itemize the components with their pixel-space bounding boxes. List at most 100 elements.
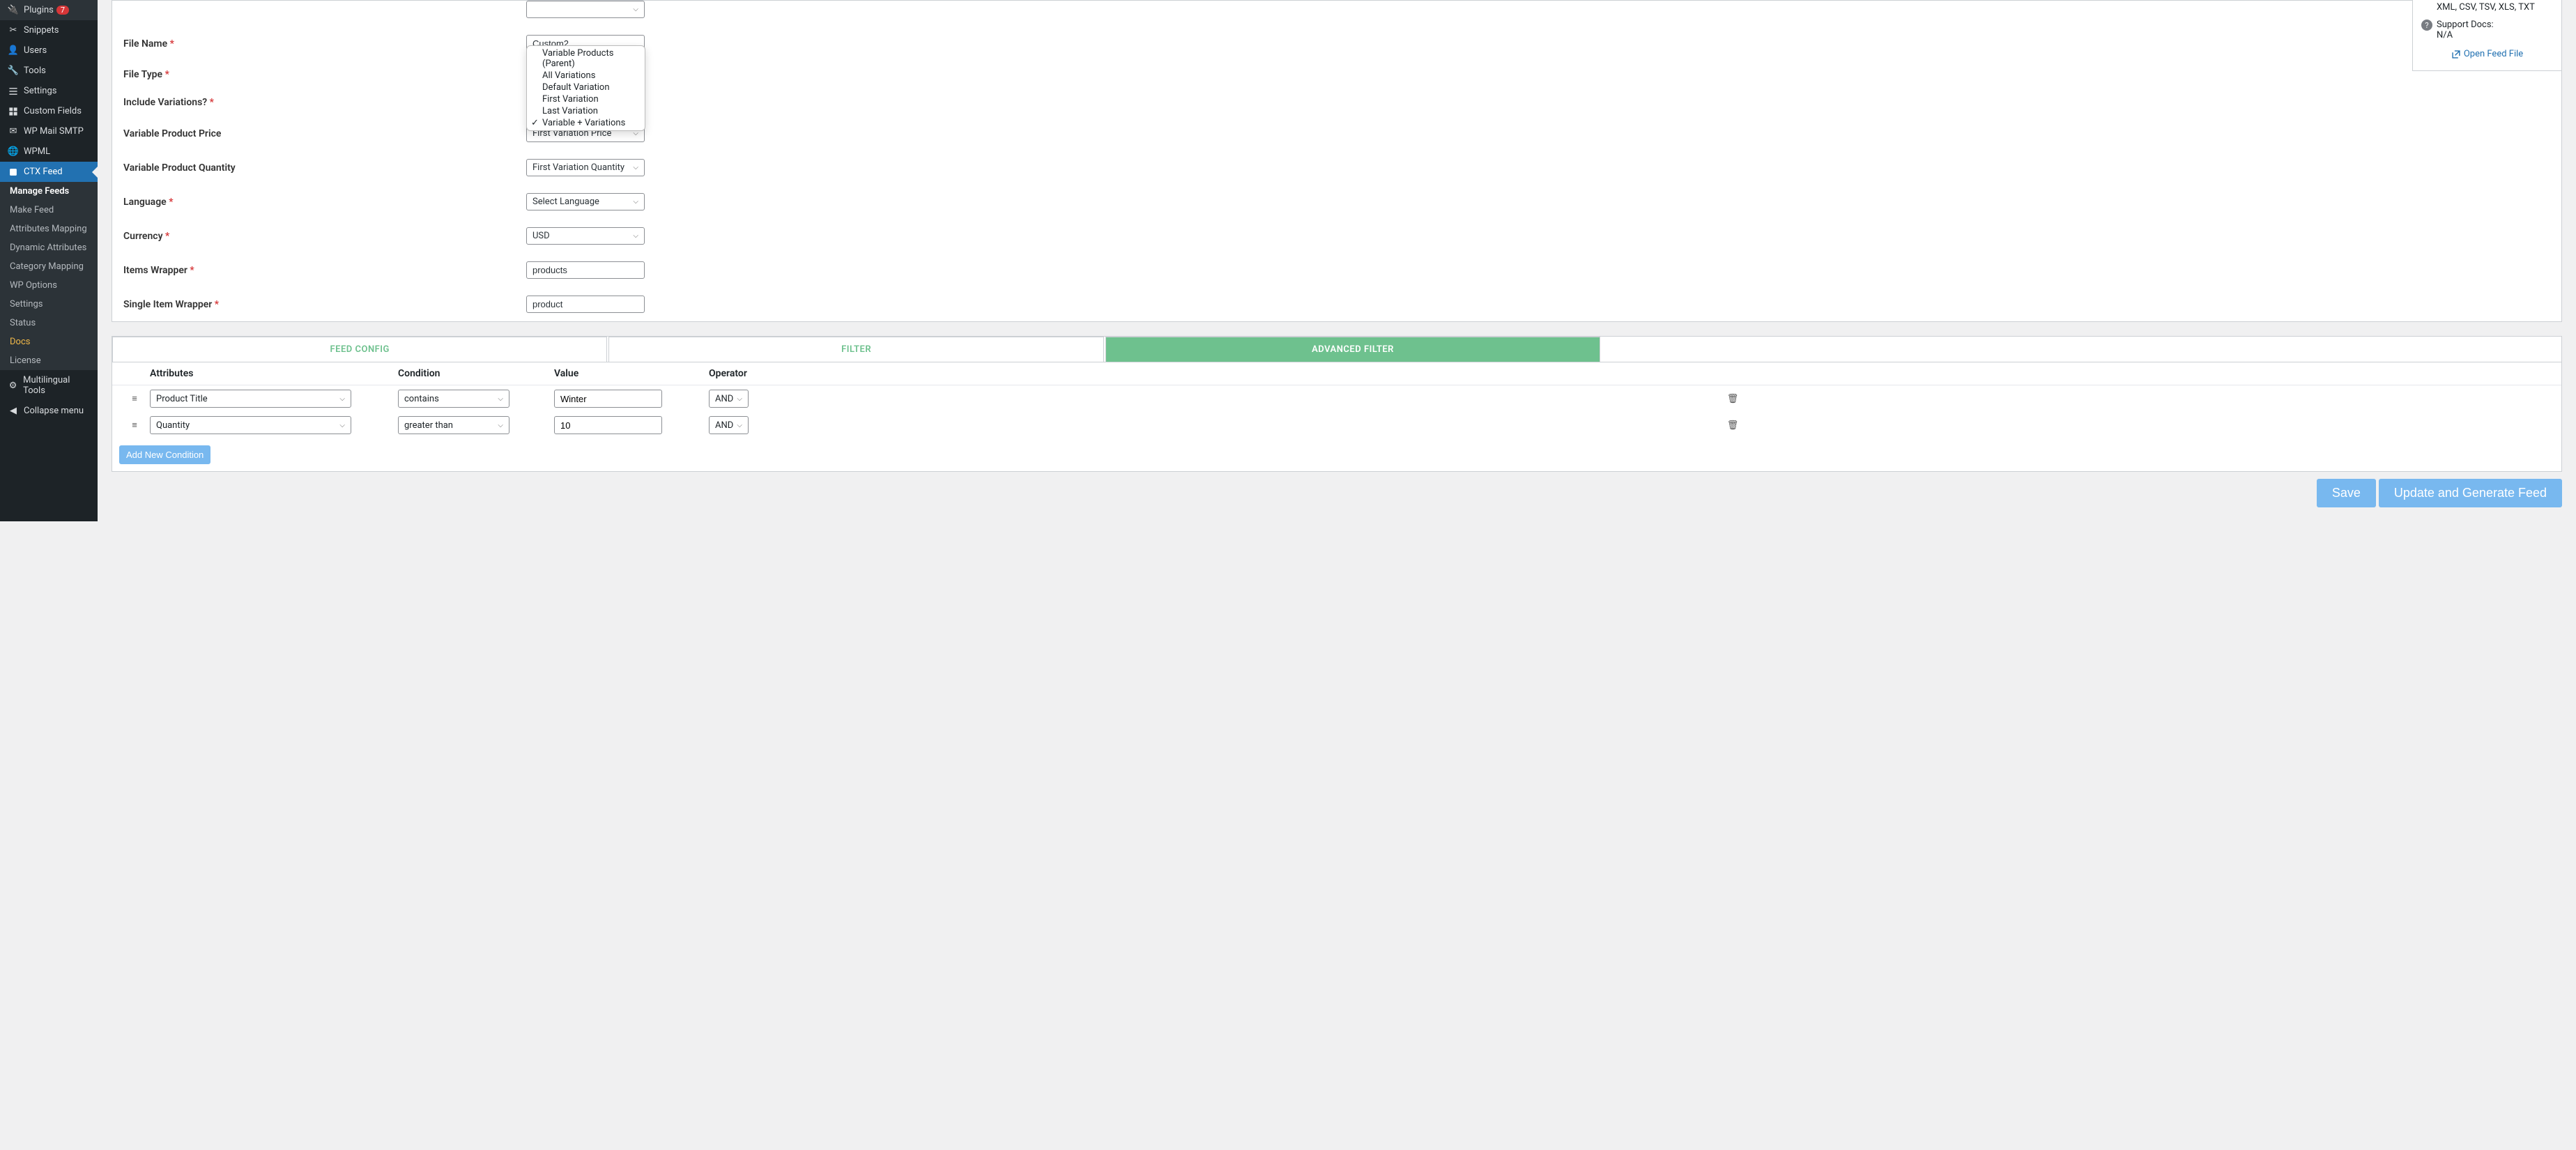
submenu-docs[interactable]: Docs <box>0 332 98 351</box>
label: Multilingual Tools <box>23 375 91 396</box>
user-icon: 👤 <box>7 45 20 56</box>
label: Collapse menu <box>24 406 84 416</box>
attr-select[interactable]: Quantity⌵ <box>150 416 351 434</box>
sidebar-item-users[interactable]: 👤 Users <box>0 40 98 61</box>
grid-icon <box>7 107 20 116</box>
dd-default-variation[interactable]: Default Variation <box>527 82 645 93</box>
submenu-dyn-attr[interactable]: Dynamic Attributes <box>0 238 98 257</box>
add-condition-button[interactable]: Add New Condition <box>119 445 210 464</box>
tab-feed-config[interactable]: FEED CONFIG <box>112 337 607 362</box>
open-feed-text: Open Feed File <box>2464 49 2523 59</box>
sidebar-item-multilingual-tools[interactable]: ⚙ Multilingual Tools <box>0 370 98 401</box>
variations-dropdown: Variable Products (Parent) All Variation… <box>526 45 645 131</box>
collapse-icon: ◀ <box>7 406 20 416</box>
file-type-label: File Type * <box>123 69 526 80</box>
sidebar-item-wp-mail-smtp[interactable]: ✉ WP Mail SMTP <box>0 121 98 141</box>
header-operator: Operator <box>709 368 911 379</box>
wrench-icon: 🔧 <box>7 66 20 76</box>
chevron-down-icon: ⌵ <box>498 422 503 429</box>
submenu-cat-mapping[interactable]: Category Mapping <box>0 257 98 276</box>
dd-variable-plus[interactable]: Variable + Variations <box>527 117 645 129</box>
label: WPML <box>24 146 50 157</box>
cond-select[interactable]: greater than⌵ <box>398 416 509 434</box>
tab-advanced-filter[interactable]: ADVANCED FILTER <box>1105 337 1600 362</box>
language-label: Language * <box>123 197 526 208</box>
chevron-down-icon: ⌵ <box>633 164 638 171</box>
save-button[interactable]: Save <box>2317 479 2376 507</box>
trash-icon[interactable]: 🗑 <box>1727 394 1739 404</box>
sidebar-item-wpml[interactable]: 🌐 WPML <box>0 141 98 162</box>
tab-filter[interactable]: FILTER <box>608 337 1103 362</box>
language-select[interactable]: Select Language⌵ <box>526 193 645 210</box>
feed-icon <box>7 167 20 177</box>
op-select[interactable]: AND⌵ <box>709 390 749 408</box>
single-wrapper-input[interactable] <box>526 296 645 313</box>
dd-variable-parent[interactable]: Variable Products (Parent) <box>527 47 645 70</box>
chevron-down-icon: ⌵ <box>633 6 638 13</box>
currency-label: Currency * <box>123 231 526 242</box>
sidebar-item-collapse[interactable]: ◀ Collapse menu <box>0 401 98 421</box>
submenu-manage-feeds[interactable]: Manage Feeds <box>0 182 98 201</box>
chevron-down-icon: ⌵ <box>498 395 503 403</box>
label: Settings <box>24 86 56 96</box>
sidebar-item-tools[interactable]: 🔧 Tools <box>0 61 98 81</box>
submenu-attr-mapping[interactable]: Attributes Mapping <box>0 220 98 238</box>
chevron-down-icon: ⌵ <box>633 232 638 240</box>
currency-select[interactable]: USD⌵ <box>526 227 645 245</box>
generate-button[interactable]: Update and Generate Feed <box>2379 479 2562 507</box>
support-docs-na: N/A <box>2437 30 2494 40</box>
single-wrapper-label: Single Item Wrapper * <box>123 299 526 310</box>
support-docs-label: Support Docs: <box>2437 20 2494 30</box>
submenu-settings[interactable]: Settings <box>0 295 98 314</box>
right-panel: XML, CSV, TSV, XLS, TXT ? Support Docs: … <box>2412 0 2562 71</box>
value-input[interactable] <box>554 390 662 408</box>
globe-icon: 🌐 <box>7 146 20 157</box>
submenu-status[interactable]: Status <box>0 314 98 332</box>
include-variations-label: Include Variations? * <box>123 97 526 108</box>
header-condition: Condition <box>398 368 554 379</box>
sidebar-item-custom-fields[interactable]: Custom Fields <box>0 101 98 121</box>
label: Custom Fields <box>24 106 82 116</box>
cond-select[interactable]: contains⌵ <box>398 390 509 408</box>
value-input[interactable] <box>554 416 662 434</box>
gear-icon: ⚙ <box>7 381 19 391</box>
label: Snippets <box>24 25 59 36</box>
attr-select[interactable]: Product Title⌵ <box>150 390 351 408</box>
sidebar-item-settings[interactable]: Settings <box>0 81 98 101</box>
trash-icon[interactable]: 🗑 <box>1727 420 1739 431</box>
label: Users <box>24 45 47 56</box>
filter-row: ≡ Product Title⌵ contains⌵ AND⌵ 🗑 <box>112 385 2561 412</box>
items-wrapper-input[interactable] <box>526 261 645 279</box>
submenu-license[interactable]: License <box>0 351 98 370</box>
open-feed-link[interactable]: Open Feed File <box>2421 49 2553 59</box>
sidebar-item-ctx-feed[interactable]: CTX Feed <box>0 162 98 182</box>
chevron-down-icon: ⌵ <box>737 395 742 403</box>
dd-first-variation[interactable]: First Variation <box>527 93 645 105</box>
external-link-icon <box>2451 49 2461 59</box>
chevron-down-icon: ⌵ <box>737 422 742 429</box>
submenu-make-feed[interactable]: Make Feed <box>0 201 98 220</box>
dd-all-variations[interactable]: All Variations <box>527 70 645 82</box>
sidebar-item-plugins[interactable]: 🔌 Plugins 7 <box>0 0 98 20</box>
drag-handle[interactable]: ≡ <box>119 393 150 404</box>
var-qty-select[interactable]: First Variation Quantity⌵ <box>526 159 645 176</box>
sliders-icon <box>7 86 20 96</box>
header-attributes: Attributes <box>150 368 398 379</box>
mail-icon: ✉ <box>7 126 20 137</box>
header-value: Value <box>554 368 709 379</box>
label: Tools <box>24 66 46 76</box>
top-select[interactable]: ⌵ <box>526 1 645 18</box>
question-icon: ? <box>2421 20 2432 31</box>
chevron-down-icon: ⌵ <box>339 422 345 429</box>
chevron-down-icon: ⌵ <box>339 395 345 403</box>
dd-last-variation[interactable]: Last Variation <box>527 105 645 117</box>
plug-icon: 🔌 <box>7 5 20 15</box>
sidebar-item-snippets[interactable]: ✂ Snippets <box>0 20 98 40</box>
submenu-wp-options[interactable]: WP Options <box>0 276 98 295</box>
file-name-label: File Name * <box>123 38 526 49</box>
label: Plugins <box>24 5 54 15</box>
op-select[interactable]: AND⌵ <box>709 416 749 434</box>
badge: 7 <box>56 6 69 15</box>
items-wrapper-label: Items Wrapper * <box>123 265 526 276</box>
drag-handle[interactable]: ≡ <box>119 420 150 431</box>
